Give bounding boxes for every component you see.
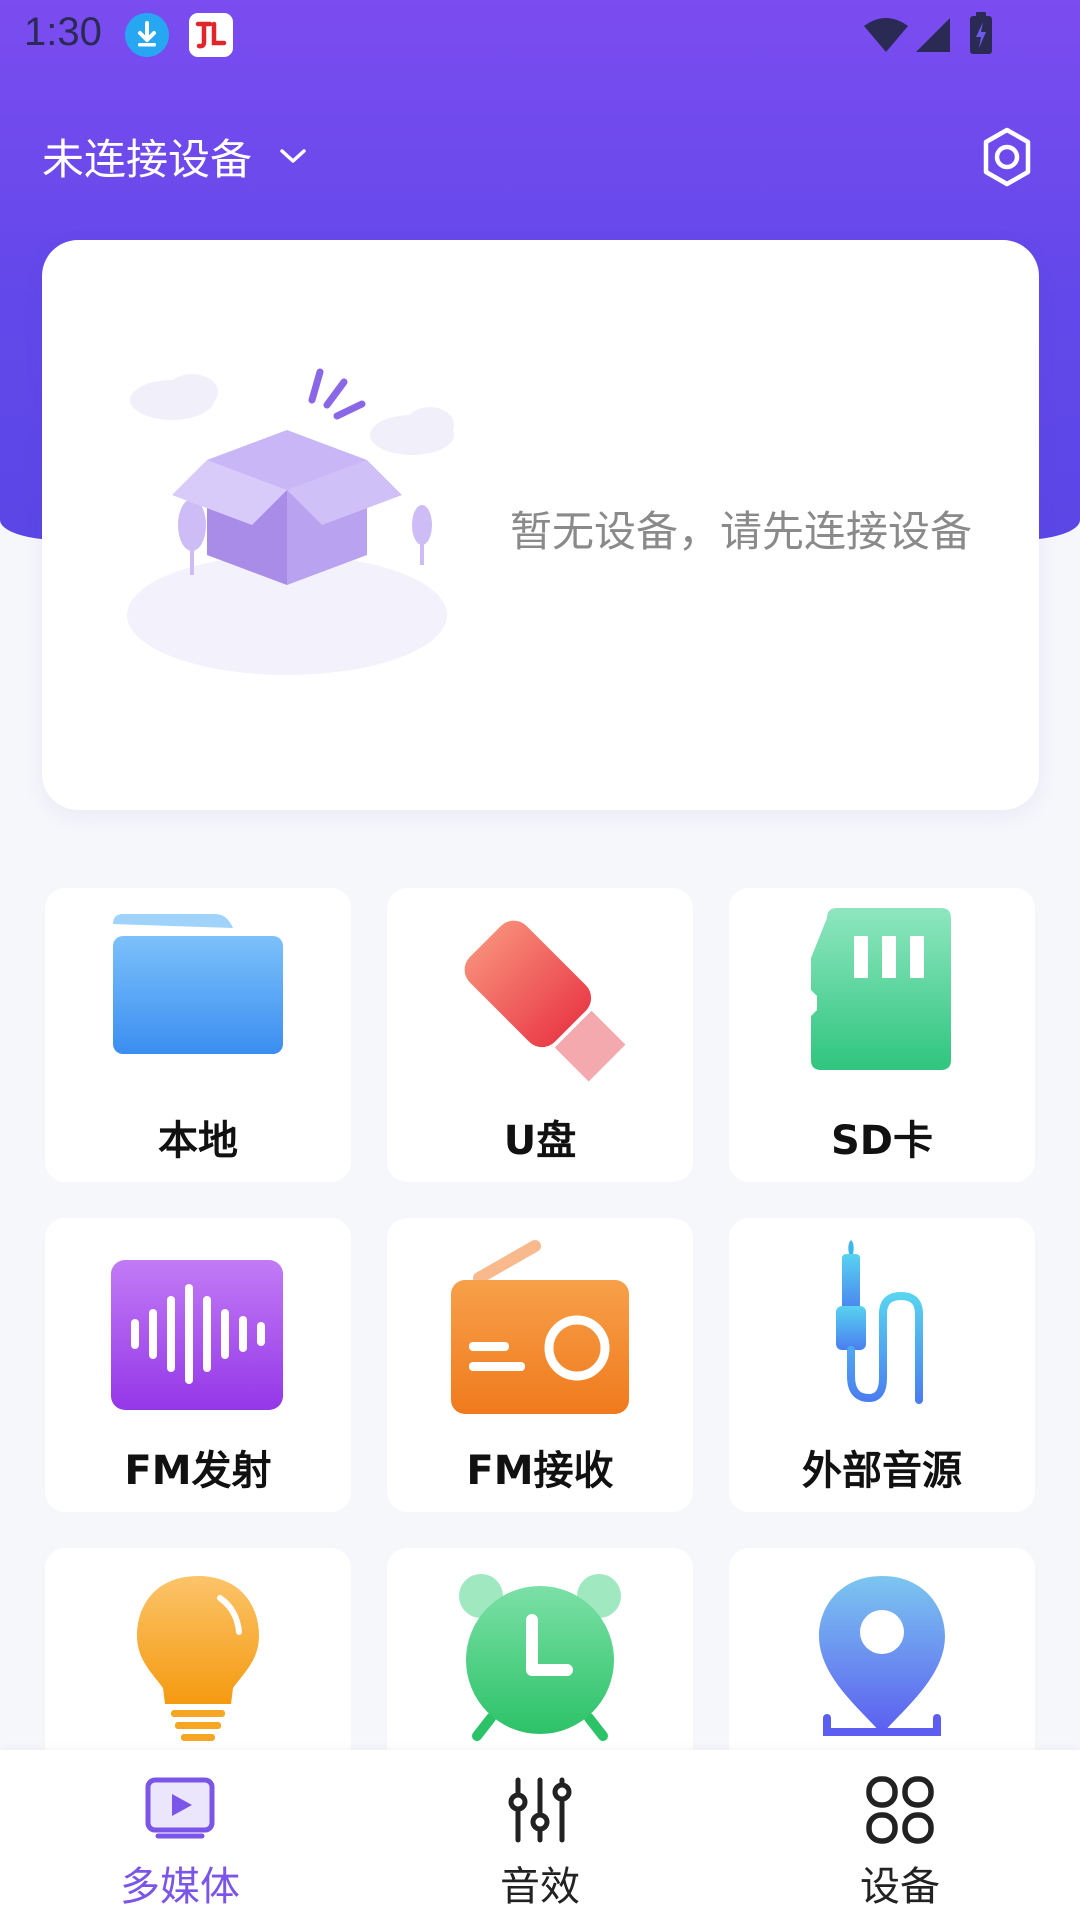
tile-fm-transmit[interactable]: FM发射 <box>45 1218 351 1512</box>
nav-label: 设备 <box>860 1864 940 1910</box>
empty-box-illustration <box>127 368 454 675</box>
bottom-nav: 多媒体 音效 设备 <box>0 1750 1080 1920</box>
location-pin-icon <box>819 1576 945 1736</box>
tile-label: 外部音源 <box>802 1448 962 1494</box>
alarm-clock-icon <box>459 1574 621 1741</box>
tab-multimedia[interactable]: 多媒体 <box>80 1750 280 1920</box>
status-time: 1:30 <box>24 10 102 54</box>
light-bulb-icon <box>137 1576 259 1741</box>
media-play-icon <box>145 1777 215 1839</box>
tile-local[interactable]: 本地 <box>45 888 351 1182</box>
sound-wave-icon <box>111 1260 283 1410</box>
audio-cable-icon <box>836 1240 923 1404</box>
tile-label: 本地 <box>158 1118 238 1164</box>
chevron-down-icon <box>280 149 306 163</box>
tile-label: FM接收 <box>466 1448 614 1494</box>
tab-device[interactable]: 设备 <box>800 1750 1000 1920</box>
tile-label: FM发射 <box>124 1448 272 1494</box>
status-bar: 1:30 <box>0 0 1080 72</box>
device-label: 未连接设备 <box>42 134 253 184</box>
device-selector[interactable]: 未连接设备 <box>42 126 308 186</box>
tile-sd-card[interactable]: SD卡 <box>729 888 1035 1182</box>
empty-device-card: 暂无设备，请先连接设备 <box>42 240 1039 810</box>
tile-usb[interactable]: U盘 <box>387 888 693 1182</box>
nav-label: 音效 <box>500 1864 580 1910</box>
tile-label: SD卡 <box>830 1118 933 1164</box>
tile-external-source[interactable]: 外部音源 <box>729 1218 1035 1512</box>
sd-card-icon <box>811 908 951 1070</box>
tile-label: U盘 <box>503 1118 577 1164</box>
download-icon <box>125 13 169 57</box>
app-logo-icon <box>189 13 233 57</box>
folder-icon <box>113 914 283 1054</box>
gear-icon[interactable] <box>972 122 1042 192</box>
radio-icon <box>451 1240 629 1414</box>
nav-label: 多媒体 <box>120 1864 240 1910</box>
tab-sound-effects[interactable]: 音效 <box>440 1750 640 1920</box>
tile-fm-receive[interactable]: FM接收 <box>387 1218 693 1512</box>
device-grid-icon <box>866 1776 934 1844</box>
empty-message: 暂无设备，请先连接设备 <box>510 507 973 556</box>
equalizer-icon <box>508 1777 572 1843</box>
wifi-icon <box>864 18 908 52</box>
battery-icon <box>970 12 992 54</box>
usb-drive-icon <box>464 920 626 1082</box>
signal-icon <box>916 18 950 52</box>
